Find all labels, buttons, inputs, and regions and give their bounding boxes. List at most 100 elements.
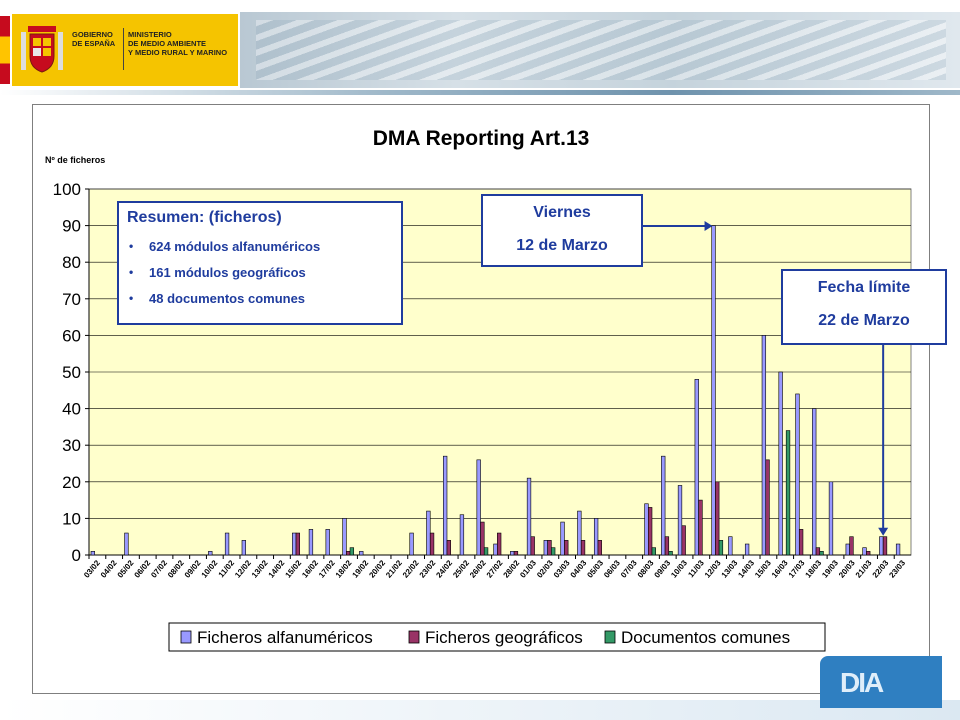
bar-alfanumericos	[493, 543, 498, 556]
bar-alfanumericos	[510, 551, 515, 556]
x-tick-label: 07/02	[149, 558, 169, 580]
x-tick-label: 10/02	[200, 558, 220, 580]
summary-box: Resumen: (ficheros) • 624 módulos alfanum…	[117, 201, 403, 325]
x-tick-label: 07/03	[619, 558, 639, 580]
bar-alfanumericos	[812, 408, 817, 556]
bar-alfanumericos	[208, 551, 213, 556]
ministry-label: MINISTERIO DE MEDIO AMBIENTE Y MEDIO RUR…	[128, 30, 228, 57]
bar-geograficos	[866, 551, 871, 556]
friday-callout: Viernes 12 de Marzo	[481, 194, 643, 267]
x-tick-label: 09/02	[183, 558, 203, 580]
bar-documentos	[651, 547, 656, 556]
friday-label: Viernes	[533, 204, 591, 221]
bar-geograficos	[580, 540, 586, 556]
spanish-coat-of-arms-icon	[21, 26, 63, 73]
bar-alfanumericos	[828, 481, 834, 556]
bar-alfanumericos	[442, 455, 448, 556]
x-tick-label: 03/03	[552, 558, 572, 580]
friday-date: 12 de Marzo	[516, 237, 608, 254]
logo-divider	[123, 28, 124, 70]
legend-swatch	[604, 630, 616, 644]
bullet: •	[129, 265, 134, 279]
x-tick-label: 03/02	[82, 558, 102, 580]
government-label: GOBIERNO DE ESPAÑA	[72, 30, 116, 48]
x-tick-label: 13/03	[720, 558, 740, 580]
bar-geograficos	[882, 536, 888, 556]
bar-alfanumericos	[661, 455, 666, 556]
bar-alfanumericos	[677, 485, 683, 556]
bar-documentos	[718, 540, 724, 556]
bar-geograficos	[647, 507, 653, 556]
bar-alfanumericos	[124, 532, 129, 556]
x-tick-label: 28/02	[502, 558, 522, 580]
bar-alfanumericos	[728, 536, 733, 556]
y-tick-label: 10	[62, 509, 81, 528]
y-tick-label: 90	[62, 217, 81, 236]
bar-documentos	[551, 547, 556, 556]
deadline-date: 22 de Marzo	[818, 312, 910, 329]
bar-alfanumericos	[224, 532, 230, 556]
x-tick-label: 21/03	[854, 558, 874, 580]
x-tick-label: 04/03	[569, 558, 589, 580]
x-tick-label: 15/02	[283, 558, 303, 580]
x-tick-label: 06/03	[602, 558, 622, 580]
bar-alfanumericos	[694, 379, 699, 556]
bar-documentos	[349, 547, 355, 556]
x-tick-label: 19/02	[351, 558, 371, 580]
x-tick-label: 16/02	[300, 558, 320, 580]
legend-swatch	[408, 630, 420, 644]
bar-alfanumericos	[90, 551, 96, 556]
bar-alfanumericos	[761, 335, 767, 556]
x-tick-label: 22/03	[871, 558, 891, 580]
x-tick-label: 20/03	[837, 558, 857, 580]
x-tick-label: 13/02	[250, 558, 270, 580]
bar-documentos	[668, 551, 673, 556]
flag-strip	[0, 16, 10, 84]
bar-geograficos	[346, 551, 351, 556]
y-tick-label: 70	[62, 290, 81, 309]
bar-geograficos	[530, 536, 535, 556]
x-tick-label: 06/02	[132, 558, 152, 580]
bar-geograficos	[513, 551, 519, 556]
x-tick-label: 21/02	[384, 558, 404, 580]
bar-geograficos	[698, 499, 703, 556]
bar-geograficos	[295, 532, 301, 556]
bar-alfanumericos	[476, 459, 481, 556]
bar-geograficos	[597, 540, 602, 556]
bar-geograficos	[798, 529, 804, 556]
x-tick-label: 17/02	[317, 558, 337, 580]
bar-alfanumericos	[895, 543, 901, 556]
bar-alfanumericos	[359, 551, 364, 556]
x-tick-label: 16/03	[770, 558, 790, 580]
bar-geograficos	[815, 547, 821, 556]
bar-alfanumericos	[426, 510, 431, 556]
x-tick-label: 19/03	[820, 558, 840, 580]
y-tick-label: 40	[62, 400, 81, 419]
deadline-label: Fecha límite	[817, 279, 911, 296]
x-tick-label: 25/02	[451, 558, 471, 580]
x-tick-label: 01/03	[518, 558, 538, 580]
x-tick-label: 04/02	[99, 558, 119, 580]
y-tick-label: 80	[62, 253, 81, 272]
bar-alfanumericos	[325, 529, 330, 556]
bar-alfanumericos	[778, 371, 783, 556]
x-tick-label: 02/03	[535, 558, 555, 580]
y-tick-label: 60	[62, 326, 81, 345]
bar-geograficos	[564, 540, 569, 556]
bar-documentos	[819, 551, 824, 556]
bar-alfanumericos	[308, 529, 314, 556]
bar-geograficos	[715, 481, 720, 556]
bar-alfanumericos	[879, 536, 884, 556]
y-tick-label: 20	[62, 473, 81, 492]
y-tick-label: 30	[62, 436, 81, 455]
x-tick-label: 09/03	[653, 558, 673, 580]
bullet: •	[129, 291, 134, 305]
bar-alfanumericos	[526, 477, 532, 556]
x-tick-label: 23/02	[418, 558, 438, 580]
bar-alfanumericos	[744, 543, 750, 556]
legend-label: Ficheros alfanuméricos	[197, 628, 373, 647]
y-tick-label: 100	[53, 180, 81, 199]
bar-alfanumericos	[795, 393, 800, 556]
bar-alfanumericos	[292, 532, 297, 556]
bar-alfanumericos	[644, 503, 649, 556]
